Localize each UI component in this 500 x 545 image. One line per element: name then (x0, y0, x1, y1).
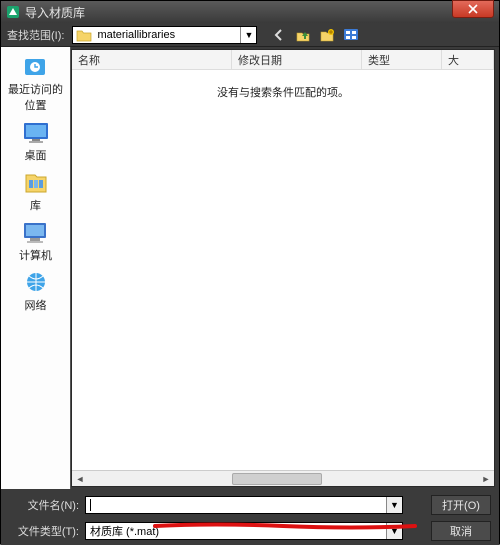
scroll-thumb[interactable] (232, 473, 322, 485)
empty-message: 没有与搜索条件匹配的项。 (72, 84, 494, 100)
toolbar-icons (271, 27, 359, 43)
filetype-label: 文件类型(T): (9, 523, 79, 539)
column-type[interactable]: 类型 (362, 50, 442, 69)
sidebar-item-label: 计算机 (19, 247, 52, 263)
dialog-window: 导入材质库 查找范围(I): materiallibraries ▼ 最近访问的… (0, 0, 500, 544)
close-button[interactable] (452, 0, 494, 18)
recent-icon (20, 53, 52, 81)
filetype-dropdown-arrow[interactable]: ▼ (386, 523, 402, 539)
file-list-panel: 名称 修改日期 类型 大 没有与搜索条件匹配的项。 ◄ ► (71, 49, 495, 487)
sidebar-item-label: 库 (30, 197, 41, 213)
sidebar-item-libraries[interactable]: 库 (4, 169, 68, 213)
path-text: materiallibraries (95, 29, 240, 41)
sidebar-item-network[interactable]: 网络 (4, 269, 68, 313)
column-size[interactable]: 大 (442, 50, 494, 69)
filename-input[interactable]: ▼ (85, 496, 403, 514)
path-combobox[interactable]: materiallibraries ▼ (72, 26, 257, 44)
dialog-body: 最近访问的位置 桌面 库 计算机 网络 名称 修改日期 (1, 47, 499, 489)
titlebar: 导入材质库 (1, 1, 499, 23)
libraries-icon (20, 169, 52, 197)
column-date[interactable]: 修改日期 (232, 50, 362, 69)
bottom-panel: 文件名(N): ▼ 打开(O) 文件类型(T): 材质库 (*.mat) ▼ 取… (1, 489, 499, 545)
sidebar-item-desktop[interactable]: 桌面 (4, 119, 68, 163)
open-button[interactable]: 打开(O) (431, 495, 491, 515)
filetype-combobox[interactable]: 材质库 (*.mat) ▼ (85, 522, 403, 540)
computer-icon (20, 219, 52, 247)
network-icon (20, 269, 52, 297)
app-icon (6, 5, 20, 19)
scope-label: 查找范围(I): (7, 27, 64, 43)
filetype-value: 材质库 (*.mat) (86, 523, 386, 539)
scroll-right-arrow[interactable]: ► (478, 472, 494, 486)
sidebar-item-label: 最近访问的位置 (4, 81, 68, 113)
desktop-icon (20, 119, 52, 147)
new-folder-icon[interactable] (319, 27, 335, 43)
sidebar-item-label: 网络 (25, 297, 47, 313)
sidebar-item-recent[interactable]: 最近访问的位置 (4, 53, 68, 113)
column-name[interactable]: 名称 (72, 50, 232, 69)
horizontal-scrollbar[interactable]: ◄ ► (72, 470, 494, 486)
toolbar: 查找范围(I): materiallibraries ▼ (1, 23, 499, 47)
back-icon[interactable] (271, 27, 287, 43)
folder-icon (76, 28, 92, 42)
filename-label: 文件名(N): (9, 497, 79, 513)
sidebar-item-computer[interactable]: 计算机 (4, 219, 68, 263)
places-sidebar: 最近访问的位置 桌面 库 计算机 网络 (1, 47, 71, 489)
filename-dropdown-arrow[interactable]: ▼ (386, 497, 402, 513)
window-title: 导入材质库 (25, 4, 499, 21)
cancel-button[interactable]: 取消 (431, 521, 491, 541)
scroll-left-arrow[interactable]: ◄ (72, 472, 88, 486)
path-dropdown-arrow[interactable]: ▼ (240, 27, 256, 43)
up-icon[interactable] (295, 27, 311, 43)
view-menu-icon[interactable] (343, 27, 359, 43)
file-area[interactable]: 没有与搜索条件匹配的项。 (72, 70, 494, 470)
text-cursor (90, 499, 91, 511)
column-headers: 名称 修改日期 类型 大 (72, 50, 494, 70)
sidebar-item-label: 桌面 (25, 147, 47, 163)
